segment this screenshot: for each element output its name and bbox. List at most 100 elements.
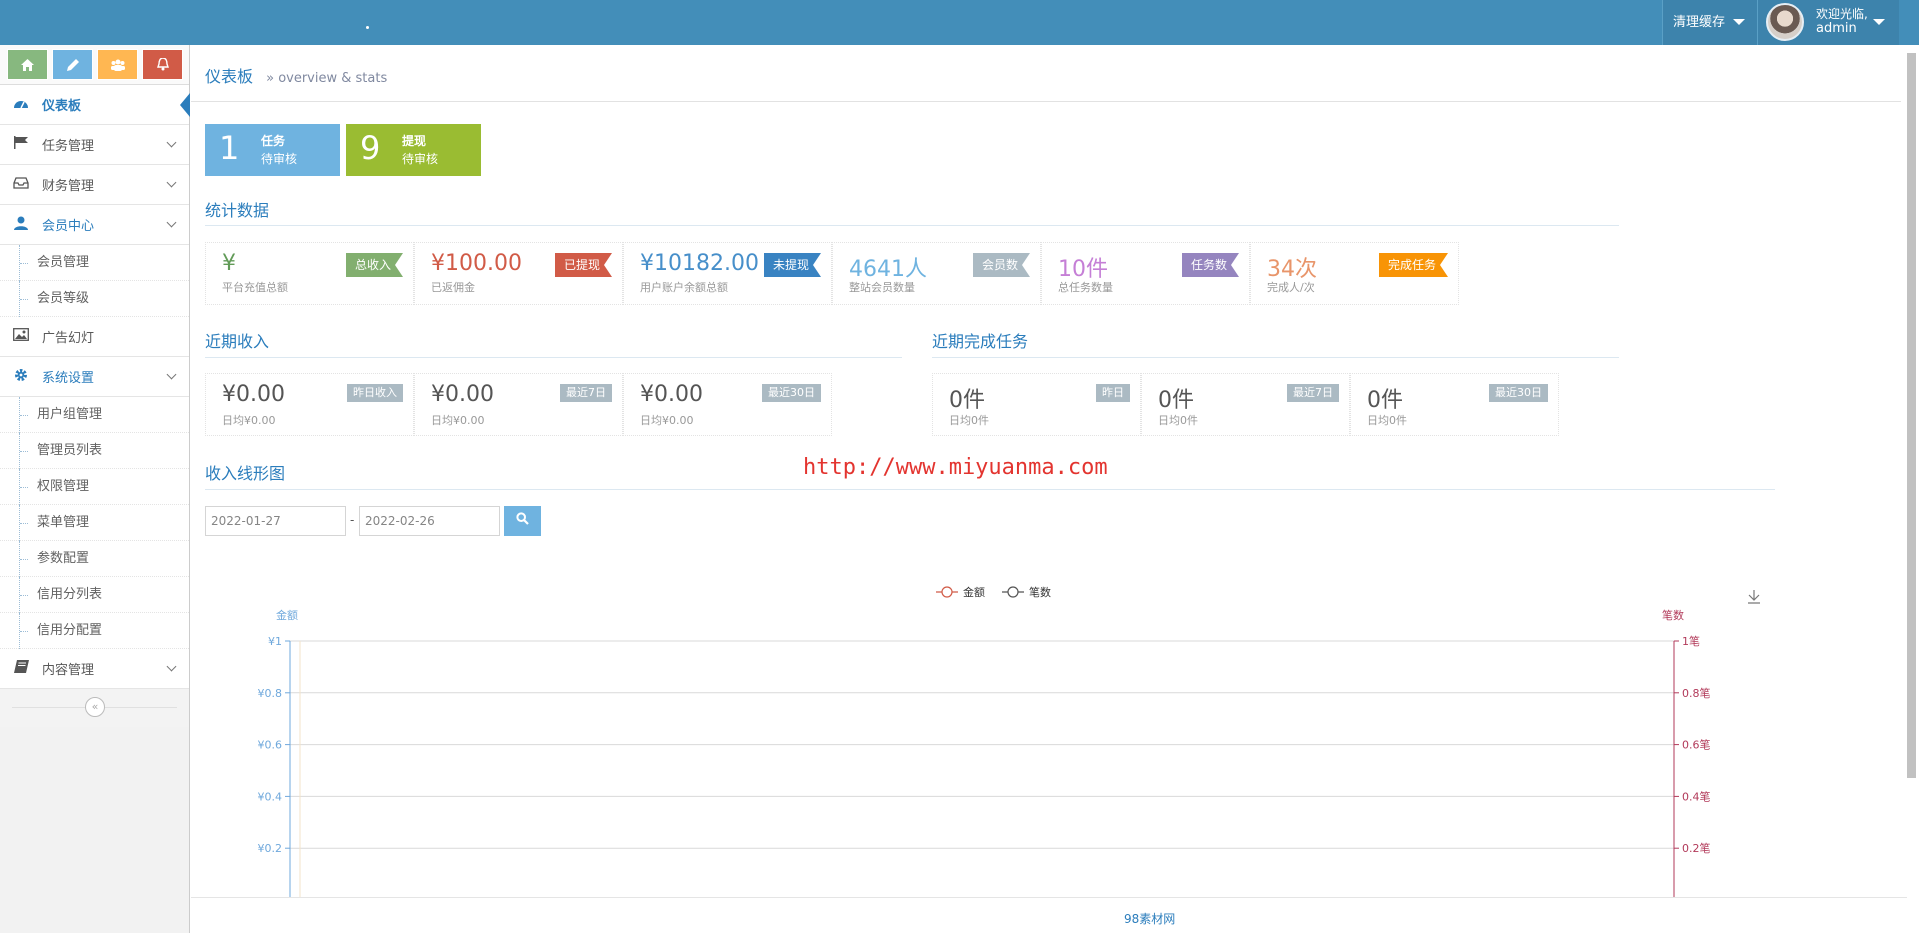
income-tag: 最近30日 bbox=[762, 384, 821, 402]
income-caption: 日均¥0.00 bbox=[222, 414, 276, 427]
stat-ribbon: 已提现 bbox=[554, 253, 613, 277]
double-chevron-left-icon[interactable]: « bbox=[85, 697, 105, 717]
pending-count: 9 bbox=[360, 129, 381, 167]
income-section-title: 近期收入 bbox=[205, 332, 270, 351]
edit-shortcut-button[interactable] bbox=[52, 49, 93, 80]
stats-divider bbox=[205, 225, 1619, 226]
download-icon bbox=[1748, 590, 1760, 604]
caret-down-icon bbox=[1873, 19, 1885, 25]
home-shortcut-button[interactable] bbox=[7, 49, 48, 80]
pending-withdraw-box[interactable]: 9 提现 待审核 bbox=[346, 124, 481, 176]
y-right-axis-label: 笔数 bbox=[1662, 608, 1684, 622]
sidebar-item-members[interactable]: 会员中心 bbox=[0, 205, 189, 245]
tasks-tag: 最近30日 bbox=[1489, 384, 1548, 402]
sidebar-item-label: 仪表板 bbox=[42, 99, 82, 114]
sidebar-subitem-credit-config[interactable]: 信用分配置 bbox=[0, 613, 189, 649]
group-shortcut-button[interactable] bbox=[97, 49, 138, 80]
sidebar-item-label: 任务管理 bbox=[42, 139, 95, 154]
y-left-tick-label: ¥0.6 bbox=[258, 739, 283, 752]
sidebar-item-finance[interactable]: 财务管理 bbox=[0, 165, 189, 205]
sidebar-item-settings[interactable]: 系统设置 bbox=[0, 357, 189, 397]
inbox-icon bbox=[12, 176, 30, 193]
tasks-box-30days: 0件 日均0件 最近30日 bbox=[1350, 373, 1559, 436]
stat-caption: 平台充值总额 bbox=[222, 281, 288, 294]
y-left-tick-label: ¥0.4 bbox=[258, 790, 283, 803]
stat-caption: 完成人/次 bbox=[1267, 281, 1315, 294]
stat-ribbon: 任务数 bbox=[1181, 253, 1240, 277]
header-divider bbox=[191, 101, 1901, 102]
tasks-divider bbox=[932, 357, 1619, 358]
page-subtitle: » overview & stats bbox=[266, 71, 388, 86]
stats-section-title: 统计数据 bbox=[205, 201, 270, 220]
avatar bbox=[1766, 3, 1804, 41]
tasks-caption: 日均0件 bbox=[1367, 414, 1407, 427]
page-title-text: 仪表板 bbox=[205, 67, 254, 86]
pending-count: 1 bbox=[219, 129, 240, 167]
sidebar-subitem-params[interactable]: 参数配置 bbox=[0, 541, 189, 577]
sidebar-item-ads[interactable]: 广告幻灯 bbox=[0, 317, 189, 357]
pencil-icon bbox=[66, 58, 79, 71]
sidebar: 仪表板 任务管理 财务管理 会员中心 会员管理 会员等级 广告幻灯 系统设置 用… bbox=[0, 45, 190, 933]
user-welcome: 欢迎光临, bbox=[1816, 7, 1868, 21]
clear-cache-menu[interactable]: 清理缓存 bbox=[1662, 0, 1757, 45]
sidebar-item-tasks[interactable]: 任务管理 bbox=[0, 125, 189, 165]
sidebar-subitem-menu[interactable]: 菜单管理 bbox=[0, 505, 189, 541]
sidebar-subitem-member-level[interactable]: 会员等级 bbox=[0, 281, 189, 317]
sidebar-subitem-admin-list[interactable]: 管理员列表 bbox=[0, 433, 189, 469]
y-right-tick-label: 1笔 bbox=[1682, 634, 1700, 648]
gear-icon bbox=[12, 368, 30, 386]
tasks-tag: 昨日 bbox=[1096, 384, 1130, 402]
top-navbar: 清理缓存 欢迎光临, admin bbox=[0, 0, 1919, 45]
bell-icon bbox=[156, 58, 169, 71]
income-tag: 最近7日 bbox=[560, 384, 612, 402]
sidebar-subitem-member-manage[interactable]: 会员管理 bbox=[0, 245, 189, 281]
sidebar-subitem-credit-list[interactable]: 信用分列表 bbox=[0, 577, 189, 613]
y-right-tick-label: 0.4笔 bbox=[1682, 789, 1711, 803]
y-left-tick-label: ¥1 bbox=[268, 635, 282, 648]
page-scrollbar[interactable] bbox=[1907, 53, 1916, 778]
date-to-input[interactable]: 2022-02-26 bbox=[359, 506, 500, 536]
tasks-value: 0件 bbox=[949, 388, 985, 413]
search-icon bbox=[516, 512, 529, 525]
sidebar-item-label: 会员中心 bbox=[42, 219, 95, 234]
stat-caption: 整站会员数量 bbox=[849, 281, 915, 294]
caret-down-icon bbox=[1733, 19, 1745, 25]
income-value: ¥0.00 bbox=[222, 382, 285, 407]
page-footer: 98素材网 bbox=[191, 897, 1907, 933]
pending-label: 任务 bbox=[261, 134, 286, 148]
notification-shortcut-button[interactable] bbox=[142, 49, 183, 80]
sidebar-subitem-user-group[interactable]: 用户组管理 bbox=[0, 397, 189, 433]
legend-label: 笔数 bbox=[1029, 585, 1051, 599]
stat-box-not-withdrawn: ¥10182.00 用户账户余额总额 未提现 bbox=[623, 242, 832, 305]
user-name: admin bbox=[1816, 21, 1857, 36]
income-tag: 昨日收入 bbox=[347, 384, 403, 402]
chevron-down-icon bbox=[166, 177, 177, 188]
stat-caption: 用户账户余额总额 bbox=[640, 281, 728, 294]
stat-ribbon: 总收入 bbox=[345, 253, 404, 277]
stat-ribbon: 会员数 bbox=[972, 253, 1031, 277]
page-title: 仪表板 » overview & stats bbox=[205, 63, 387, 87]
stat-ribbon: 完成任务 bbox=[1378, 253, 1449, 277]
sidebar-subitem-permissions[interactable]: 权限管理 bbox=[0, 469, 189, 505]
income-line-chart: 金额 笔数金额 笔数¥1 1笔¥0.8 0.8笔¥0.6 0.6笔¥0.4 0.4笔¥0.2… bbox=[258, 585, 1760, 900]
sidebar-item-dashboard[interactable]: 仪表板 bbox=[0, 85, 190, 125]
sidebar-item-content[interactable]: 内容管理 bbox=[0, 649, 189, 689]
dashboard-icon bbox=[12, 97, 30, 113]
chevron-down-icon bbox=[166, 369, 177, 380]
y-right-tick-label: 0.8笔 bbox=[1682, 686, 1711, 700]
chevron-down-icon bbox=[166, 661, 177, 672]
date-from-input[interactable]: 2022-01-27 bbox=[205, 506, 346, 536]
stat-value: ¥10182.00 bbox=[640, 251, 759, 276]
search-button[interactable] bbox=[504, 506, 541, 536]
pending-task-box[interactable]: 1 任务 待审核 bbox=[205, 124, 340, 176]
income-value: ¥0.00 bbox=[431, 382, 494, 407]
chart-divider bbox=[205, 489, 1775, 490]
footer-text: 98素材网 bbox=[1124, 912, 1176, 926]
user-menu[interactable]: 欢迎光临, admin bbox=[1757, 0, 1899, 45]
sidebar-item-label: 广告幻灯 bbox=[42, 331, 95, 346]
clear-cache-label: 清理缓存 bbox=[1673, 15, 1726, 30]
pending-status: 待审核 bbox=[402, 152, 439, 166]
y-right-tick-label: 0.2笔 bbox=[1682, 841, 1711, 855]
stat-box-members: 4641人 整站会员数量 会员数 bbox=[832, 242, 1041, 305]
navbar-dot bbox=[366, 26, 369, 29]
